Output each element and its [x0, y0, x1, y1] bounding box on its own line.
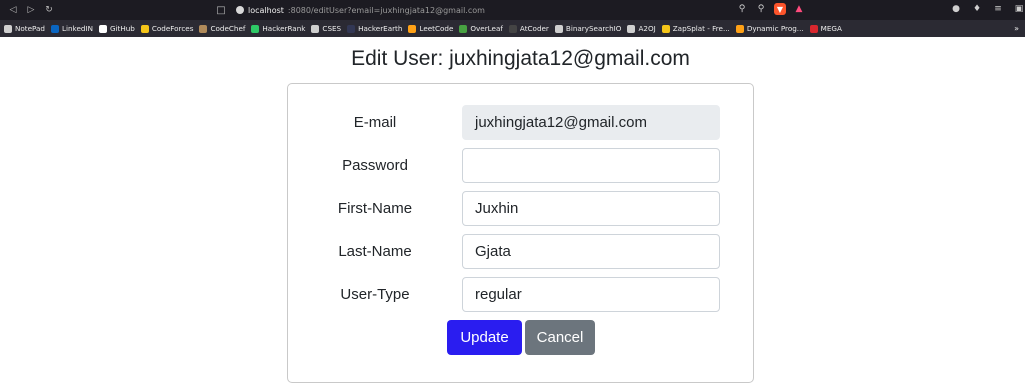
sidebar-icon[interactable]: ▣	[1013, 3, 1025, 15]
dynamic-prog-icon	[735, 24, 744, 33]
user-type-label: User-Type	[340, 286, 410, 303]
back-icon[interactable]: ◁	[6, 3, 20, 17]
bookmark-label: CodeChef	[210, 24, 246, 33]
user-type-row: User-Type regular	[288, 277, 755, 312]
extensions-icon[interactable]: ♦	[971, 3, 983, 15]
cses-icon	[311, 24, 320, 33]
bookmark-label: A2OJ	[638, 24, 656, 33]
bookmark-label: NotePad	[15, 24, 45, 33]
bookmark-item[interactable]: OverLeaf	[459, 24, 503, 33]
reading-list-icon[interactable]: ≡	[992, 3, 1004, 15]
brave-shield-icon[interactable]: ▼	[774, 3, 786, 15]
hackerrank-icon	[251, 24, 260, 33]
password-field[interactable]	[462, 148, 720, 183]
bookmark-label: LeetCode	[419, 24, 454, 33]
codechef-icon	[199, 24, 208, 33]
rewards-icon[interactable]: ▲	[793, 3, 805, 15]
first-name-row: First-Name Juxhin	[288, 191, 755, 226]
bookmark-item[interactable]: A2OJ	[627, 24, 656, 33]
email-field: juxhingjata12@gmail.com	[462, 105, 720, 140]
bookmark-item[interactable]: NotePad	[4, 24, 45, 33]
first-name-label: First-Name	[337, 200, 413, 217]
hackerearth-icon	[347, 24, 356, 33]
bookmark-item[interactable]: Dynamic Prog...	[735, 24, 804, 33]
browser-toolbar: ◁ ▷ ↻ □ localhost:8080/editUser?email=ju…	[0, 0, 1025, 20]
url-host: localhost	[248, 5, 284, 15]
bookmark-label: HackerEarth	[358, 24, 403, 33]
email-row: E-mail juxhingjata12@gmail.com	[288, 105, 755, 140]
nav-buttons: ◁ ▷ ↻	[6, 3, 56, 17]
toolbar-right-icons: ● ♦ ≡ ▣ ≡	[950, 3, 1025, 15]
bookmark-label: Dynamic Prog...	[746, 24, 804, 33]
address-bar-actions: ⚲ ⚲ ▼ ▲	[736, 3, 805, 15]
atcoder-icon	[508, 24, 517, 33]
more-bookmarks-icon[interactable]: »	[1014, 24, 1019, 33]
profile-icon[interactable]: ●	[950, 3, 962, 15]
mega-icon	[809, 24, 818, 33]
bookmark-item[interactable]: HackerRank	[251, 24, 305, 33]
update-button[interactable]: Update	[447, 320, 522, 355]
bookmark-label: MEGA	[820, 24, 842, 33]
url-path: :8080/editUser?email=juxhingjata12@gmail…	[287, 5, 485, 15]
overleaf-icon	[459, 24, 468, 33]
bookmark-item[interactable]: BinarySearchIO	[554, 24, 622, 33]
key-icon[interactable]: ⚲	[736, 3, 748, 15]
bookmark-label: HackerRank	[262, 24, 306, 33]
bookmark-label: BinarySearchIO	[565, 24, 622, 33]
binarysearch-icon	[554, 24, 563, 33]
site-info-icon[interactable]	[236, 6, 244, 14]
bookmark-label: GitHub	[109, 24, 135, 33]
bookmark-label: AtCoder	[519, 24, 549, 33]
codeforces-icon	[140, 24, 149, 33]
password-row: Password	[288, 148, 755, 183]
bookmark-item[interactable]: AtCoder	[508, 24, 549, 33]
forward-icon[interactable]: ▷	[24, 3, 38, 17]
last-name-row: Last-Name Gjata	[288, 234, 755, 269]
bookmark-label: LinkedIN	[62, 24, 93, 33]
bookmark-item[interactable]: HackerEarth	[347, 24, 402, 33]
bookmarks-bar: NotePad LinkedIN GitHub CodeForces CodeChef H…	[0, 20, 1025, 37]
page-title: Edit User: juxhingjata12@gmail.com	[351, 47, 690, 70]
zoom-icon[interactable]: ⚲	[755, 3, 767, 15]
password-label: Password	[342, 157, 408, 174]
leetcode-icon	[408, 24, 417, 33]
last-name-label: Last-Name	[338, 243, 412, 260]
bookmark-item[interactable]: MEGA	[809, 24, 842, 33]
user-type-field[interactable]: regular	[462, 277, 720, 312]
bookmark-label: CodeForces	[151, 24, 194, 33]
cancel-button[interactable]: Cancel	[525, 320, 595, 355]
email-label: E-mail	[353, 114, 397, 131]
address-bar[interactable]: localhost:8080/editUser?email=juxhingjat…	[236, 3, 485, 17]
bookmark-item[interactable]: LinkedIN	[51, 24, 93, 33]
bookmark-item[interactable]: CSES	[311, 24, 341, 33]
bookmark-item[interactable]: ZapSplat - Fre...	[661, 24, 730, 33]
bookmark-page-icon[interactable]: □	[214, 3, 228, 17]
bookmark-label: ZapSplat - Fre...	[672, 24, 730, 33]
linkedin-icon	[51, 24, 59, 33]
bookmark-label: OverLeaf	[470, 24, 503, 33]
edit-user-form: E-mail juxhingjata12@gmail.com Password …	[287, 83, 754, 383]
a2oj-icon	[627, 24, 636, 33]
bookmark-item[interactable]: CodeForces	[140, 24, 194, 33]
bookmark-item[interactable]: GitHub	[98, 24, 135, 33]
github-icon	[98, 24, 107, 33]
last-name-field[interactable]: Gjata	[462, 234, 720, 269]
reload-icon[interactable]: ↻	[42, 3, 56, 17]
bookmark-label: CSES	[322, 24, 342, 33]
notepad-icon	[4, 24, 12, 33]
bookmark-item[interactable]: LeetCode	[408, 24, 453, 33]
zapsplat-icon	[661, 24, 670, 33]
bookmark-item[interactable]: CodeChef	[199, 24, 245, 33]
first-name-field[interactable]: Juxhin	[462, 191, 720, 226]
